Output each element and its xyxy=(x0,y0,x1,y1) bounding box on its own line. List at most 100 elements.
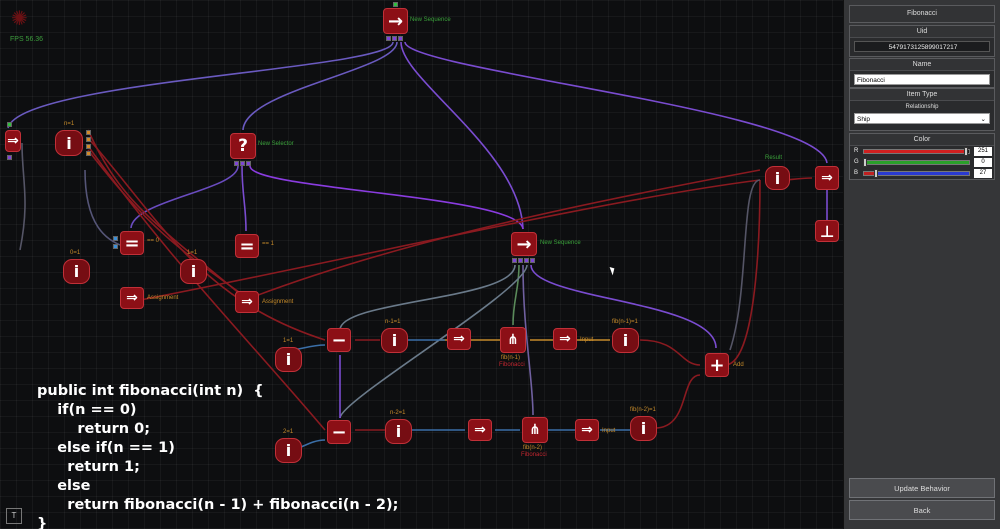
output-port[interactable] xyxy=(512,258,517,263)
variable-zero-node[interactable]: i xyxy=(63,259,90,284)
n-minus-1-variable-node[interactable]: i xyxy=(381,328,408,353)
node-label: fib(n-2)=1 xyxy=(630,407,656,413)
color-section: Color R 251 G 0 B 27 xyxy=(849,133,995,180)
inspector-panel: Fibonacci Uid 5479173125899017217 Name F… xyxy=(843,0,1000,529)
inspector-title: Fibonacci xyxy=(850,6,994,22)
info-icon: i xyxy=(391,331,398,350)
node-label: 1=1 xyxy=(283,338,294,344)
node-label: New Selector xyxy=(258,141,294,147)
set-n-minus-1-node[interactable]: ⇒ xyxy=(447,328,471,350)
set-n-minus-2-node[interactable]: ⇒ xyxy=(468,419,492,441)
red-slider-row: R 251 xyxy=(854,147,992,157)
new-sequence-mid-node[interactable]: → xyxy=(511,232,537,256)
arrow-right-bar-icon: ⇒ xyxy=(126,290,138,306)
name-field[interactable]: Fibonacci xyxy=(854,74,990,85)
add-node[interactable]: + xyxy=(705,353,729,377)
arrow-right-icon: → xyxy=(516,233,532,255)
equals-zero-node[interactable]: = xyxy=(120,231,144,255)
node-label: == 0 xyxy=(147,238,160,244)
red-label: R xyxy=(854,148,859,154)
arrow-right-bar-icon: ⇒ xyxy=(241,294,253,310)
red-value[interactable]: 251 xyxy=(974,147,992,156)
node-label: Fibonacci xyxy=(521,452,547,458)
output-port[interactable] xyxy=(392,36,397,41)
new-selector-node[interactable]: ? xyxy=(230,133,256,159)
output-port[interactable] xyxy=(234,161,239,166)
behavior-graph-canvas[interactable]: ✺ FPS 56.36 → New Sequence ⇒ i n=1 ? New… xyxy=(0,0,845,529)
left-set-node[interactable]: ⇒ xyxy=(5,130,21,152)
fibonacci-call-2-node[interactable]: ⋔ xyxy=(522,417,548,443)
green-value[interactable]: 0 xyxy=(974,158,992,167)
input-port[interactable] xyxy=(7,122,12,127)
output-port[interactable] xyxy=(86,151,91,156)
arrow-right-bar-icon: ⇒ xyxy=(453,331,465,347)
node-label: n=1 xyxy=(64,121,75,127)
relationship-select[interactable]: Ship ⌄ xyxy=(854,113,990,124)
code-overlay: public int fibonacci(int n) { if(n == 0)… xyxy=(37,383,399,529)
info-icon: i xyxy=(73,262,80,281)
variable-n-node[interactable]: i xyxy=(55,130,83,156)
update-behavior-button[interactable]: Update Behavior xyxy=(849,478,995,498)
output-port[interactable] xyxy=(86,144,91,149)
subtract-one-node[interactable]: − xyxy=(327,328,351,352)
info-icon: i xyxy=(285,350,292,369)
constant-one-node[interactable]: i xyxy=(275,347,302,372)
green-slider[interactable] xyxy=(863,160,970,165)
output-port[interactable] xyxy=(524,258,529,263)
minus-icon: − xyxy=(331,329,347,351)
name-label: Name xyxy=(850,59,994,71)
blue-slider-handle[interactable] xyxy=(874,169,879,178)
node-label: Result xyxy=(765,155,783,161)
fps-counter: FPS 56.36 xyxy=(10,36,44,43)
blue-slider[interactable] xyxy=(863,171,970,176)
text-tool-button[interactable]: T xyxy=(6,508,22,524)
output-port[interactable] xyxy=(386,36,391,41)
relationship-label: Relationship xyxy=(905,104,939,110)
node-label: Fibonacci xyxy=(499,362,525,368)
fibonacci-call-1-node[interactable]: ⋔ xyxy=(500,327,526,353)
red-slider-handle[interactable] xyxy=(963,147,968,156)
settings-gear-icon[interactable]: ✺ xyxy=(11,9,28,29)
item-type-label: Item Type xyxy=(850,89,994,101)
blue-slider-row: B 27 xyxy=(854,169,992,179)
output-port[interactable] xyxy=(246,161,251,166)
arrow-right-bar-icon: ⇒ xyxy=(474,422,486,438)
input-port[interactable] xyxy=(113,236,118,241)
back-button[interactable]: Back xyxy=(849,500,995,520)
blue-value[interactable]: 27 xyxy=(974,169,992,178)
arrow-right-bar-icon: ⇒ xyxy=(821,170,833,186)
output-port[interactable] xyxy=(398,36,403,41)
relationship-value: Ship xyxy=(857,116,871,123)
set-result-node[interactable]: ⇒ xyxy=(815,166,839,190)
output-port[interactable] xyxy=(518,258,523,263)
arrow-right-bar-icon: ⇒ xyxy=(559,331,571,347)
equals-icon: = xyxy=(239,235,255,257)
blue-label: B xyxy=(854,170,859,176)
set-fib-n-1-node[interactable]: ⇒ xyxy=(553,328,577,350)
fib-n-2-variable-node[interactable]: i xyxy=(630,416,657,441)
output-port[interactable] xyxy=(240,161,245,166)
question-icon: ? xyxy=(238,136,248,156)
new-sequence-top-node[interactable]: → xyxy=(383,8,408,34)
variable-one-node[interactable]: i xyxy=(180,259,207,284)
red-slider[interactable] xyxy=(863,149,970,154)
fib-n-1-variable-node[interactable]: i xyxy=(612,328,639,353)
input-port[interactable] xyxy=(113,244,118,249)
node-label: fib(n-1)=1 xyxy=(612,319,638,325)
info-icon: i xyxy=(190,262,197,281)
assignment-zero-node[interactable]: ⇒ xyxy=(120,287,144,309)
color-label: Color xyxy=(850,134,994,146)
assignment-one-node[interactable]: ⇒ xyxy=(235,291,259,313)
output-port[interactable] xyxy=(530,258,535,263)
equals-one-node[interactable]: = xyxy=(235,234,259,258)
result-variable-node[interactable]: i xyxy=(765,166,790,190)
name-section: Name Fibonacci xyxy=(849,58,995,88)
return-node[interactable]: ⊥ xyxy=(815,220,839,242)
green-slider-handle[interactable] xyxy=(863,158,867,167)
uid-field[interactable]: 5479173125899017217 xyxy=(854,41,990,52)
output-port[interactable] xyxy=(86,130,91,135)
set-fib-n-2-node[interactable]: ⇒ xyxy=(575,419,599,441)
output-port[interactable] xyxy=(86,137,91,142)
input-port[interactable] xyxy=(393,2,398,7)
output-port[interactable] xyxy=(7,155,12,160)
